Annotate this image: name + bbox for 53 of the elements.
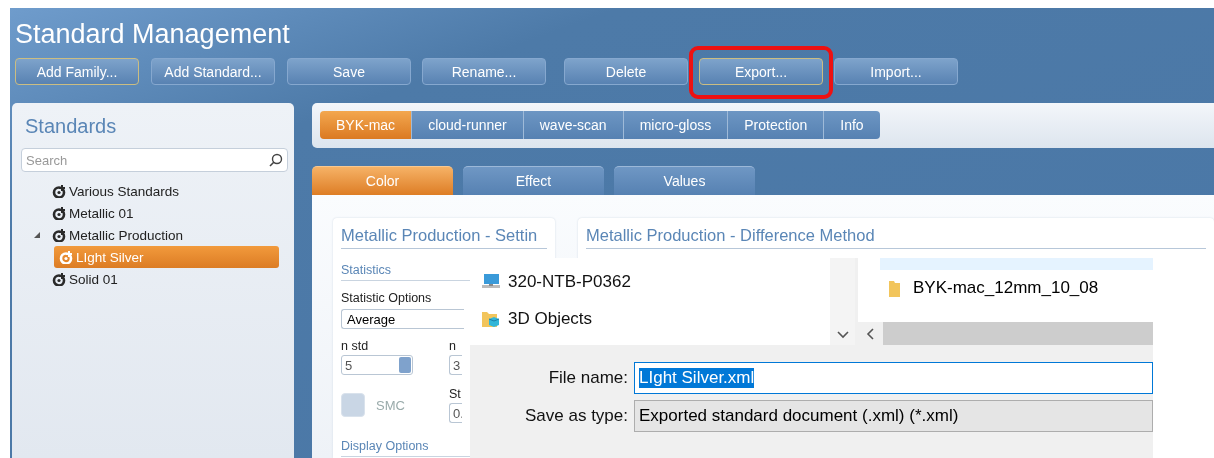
panel-title: Metallic Production - Settin [341, 226, 547, 249]
expander-icon [32, 231, 42, 239]
toolbar-button[interactable]: Add Standard... [151, 58, 275, 85]
search-icon [269, 153, 283, 167]
tree-item[interactable]: Various Standards [21, 180, 288, 202]
device-tab[interactable]: Info [824, 111, 880, 139]
standard-icon [52, 206, 66, 220]
device-tab[interactable]: wave-scan [523, 111, 624, 139]
chevron-left-icon [866, 327, 875, 340]
folder-cube-icon [480, 309, 502, 329]
field-label: Statistic Options [341, 291, 433, 305]
folder-icon [888, 279, 901, 297]
toolbar-button[interactable]: Save [287, 58, 411, 85]
toolbar-button[interactable]: Import... [834, 58, 958, 85]
field-label: n [449, 339, 457, 353]
standard-icon [52, 272, 66, 286]
tree-item[interactable]: LIght Silver [54, 246, 279, 268]
tree-item[interactable]: Solid 01 [21, 268, 288, 290]
input-field[interactable]: 0. [449, 403, 462, 423]
statistic-select[interactable]: Average [341, 309, 464, 329]
view-tab[interactable]: Color [312, 166, 453, 195]
device-tab[interactable]: micro-gloss [623, 111, 729, 139]
field-label: St [449, 387, 462, 401]
field-label: n std [341, 339, 370, 353]
panel-title: Metallic Production - Difference Method [586, 226, 1206, 249]
search-field[interactable]: Search [21, 148, 288, 172]
device-tab[interactable]: Protection [728, 111, 825, 139]
toolbar-button[interactable]: Add Family... [15, 58, 139, 85]
field-label: Save as type: [524, 406, 628, 426]
tree-item[interactable]: Metallic Production [21, 224, 288, 246]
device-tab[interactable]: BYK-mac [320, 111, 413, 139]
file-name-field[interactable]: LIght Silver.xml [634, 362, 1153, 394]
input-field[interactable]: 3 [449, 355, 462, 375]
toolbar-button[interactable]: Delete [564, 58, 688, 85]
nav-item[interactable]: 3D Objects [508, 309, 593, 329]
toolbar-button[interactable]: Export... [699, 58, 823, 85]
spin-field[interactable]: 5 [341, 355, 413, 375]
checkbox-label: SMC [376, 397, 405, 413]
checkbox[interactable] [341, 393, 365, 417]
view-tab[interactable]: Values [614, 166, 755, 195]
tree-item[interactable]: Metallic 01 [21, 202, 288, 224]
toolbar-button[interactable]: Rename... [422, 58, 546, 85]
file-type-select[interactable]: Exported standard document (.xml) (*.xml) [634, 400, 1153, 432]
view-tab[interactable]: Effect [463, 166, 604, 195]
window-title: Standard Management [15, 18, 290, 51]
field-label: File name: [547, 368, 628, 388]
standard-icon [52, 184, 66, 198]
standard-icon [52, 228, 66, 242]
panel-title: Standards [25, 115, 117, 138]
standard-icon [59, 250, 73, 264]
chevron-down-icon [836, 331, 849, 339]
file-item[interactable]: BYK-mac_12mm_10_08 [913, 278, 1099, 298]
device-tab[interactable]: cloud-runner [412, 111, 524, 139]
